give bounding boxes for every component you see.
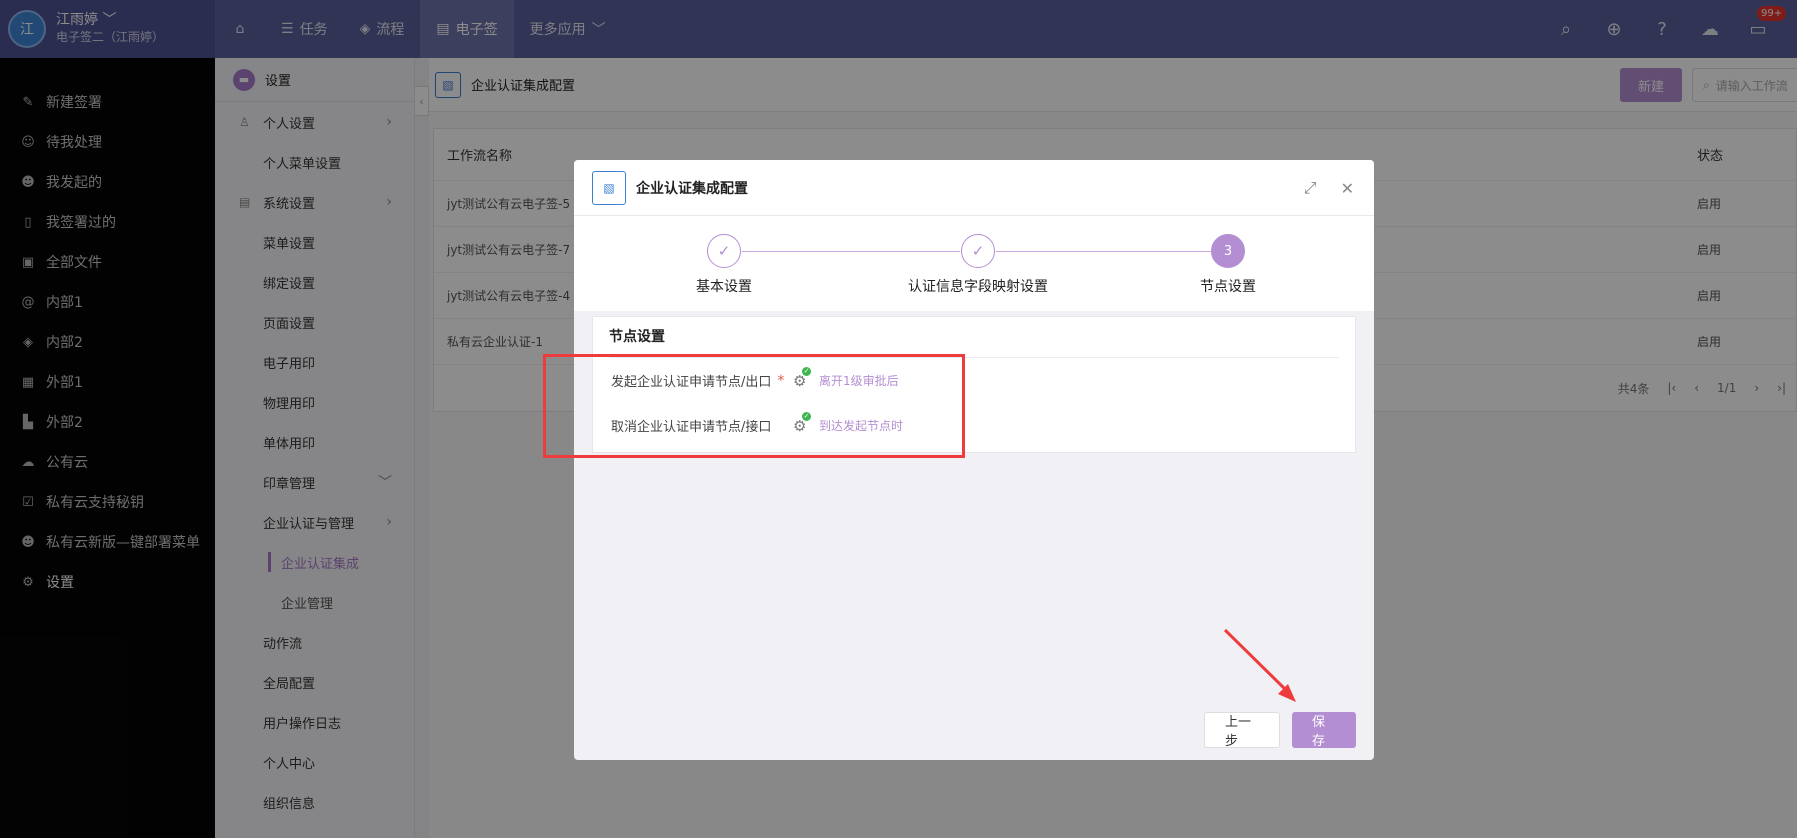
prev-step-button[interactable]: 上一步: [1204, 712, 1280, 749]
step-label: 节点设置: [1200, 279, 1256, 295]
stepper: ✓ 基本设置 ✓ 认证信息字段映射设置 3 节点设置: [574, 216, 1374, 311]
config-modal: ▧ 企业认证集成配置 ⤢ ✕ ✓ 基本设置 ✓ 认证信息字段映射设置 3 节点设…: [574, 160, 1374, 760]
check-icon: ✓: [961, 234, 995, 268]
modal-footer: 上一步 保存: [1204, 712, 1356, 749]
modal-title: 企业认证集成配置: [636, 180, 748, 197]
step-field-mapping[interactable]: ✓ 认证信息字段映射设置: [878, 234, 1078, 296]
modal-actions: ⤢ ✕: [1304, 160, 1354, 216]
step-label: 认证信息字段映射设置: [908, 279, 1048, 295]
step-basic[interactable]: ✓ 基本设置: [624, 234, 824, 296]
step-number: 3: [1211, 234, 1245, 268]
document-icon: ▧: [592, 170, 626, 205]
close-icon[interactable]: ✕: [1341, 179, 1354, 198]
check-icon: ✓: [707, 234, 741, 268]
expand-icon[interactable]: ⤢: [1304, 178, 1317, 198]
modal-header: ▧ 企业认证集成配置 ⤢ ✕: [574, 160, 1374, 216]
step-node[interactable]: 3 节点设置: [1128, 234, 1328, 296]
section-title: 节点设置: [609, 329, 665, 345]
step-label: 基本设置: [696, 279, 752, 295]
highlight-box: [543, 354, 965, 458]
save-button[interactable]: 保存: [1292, 712, 1356, 749]
